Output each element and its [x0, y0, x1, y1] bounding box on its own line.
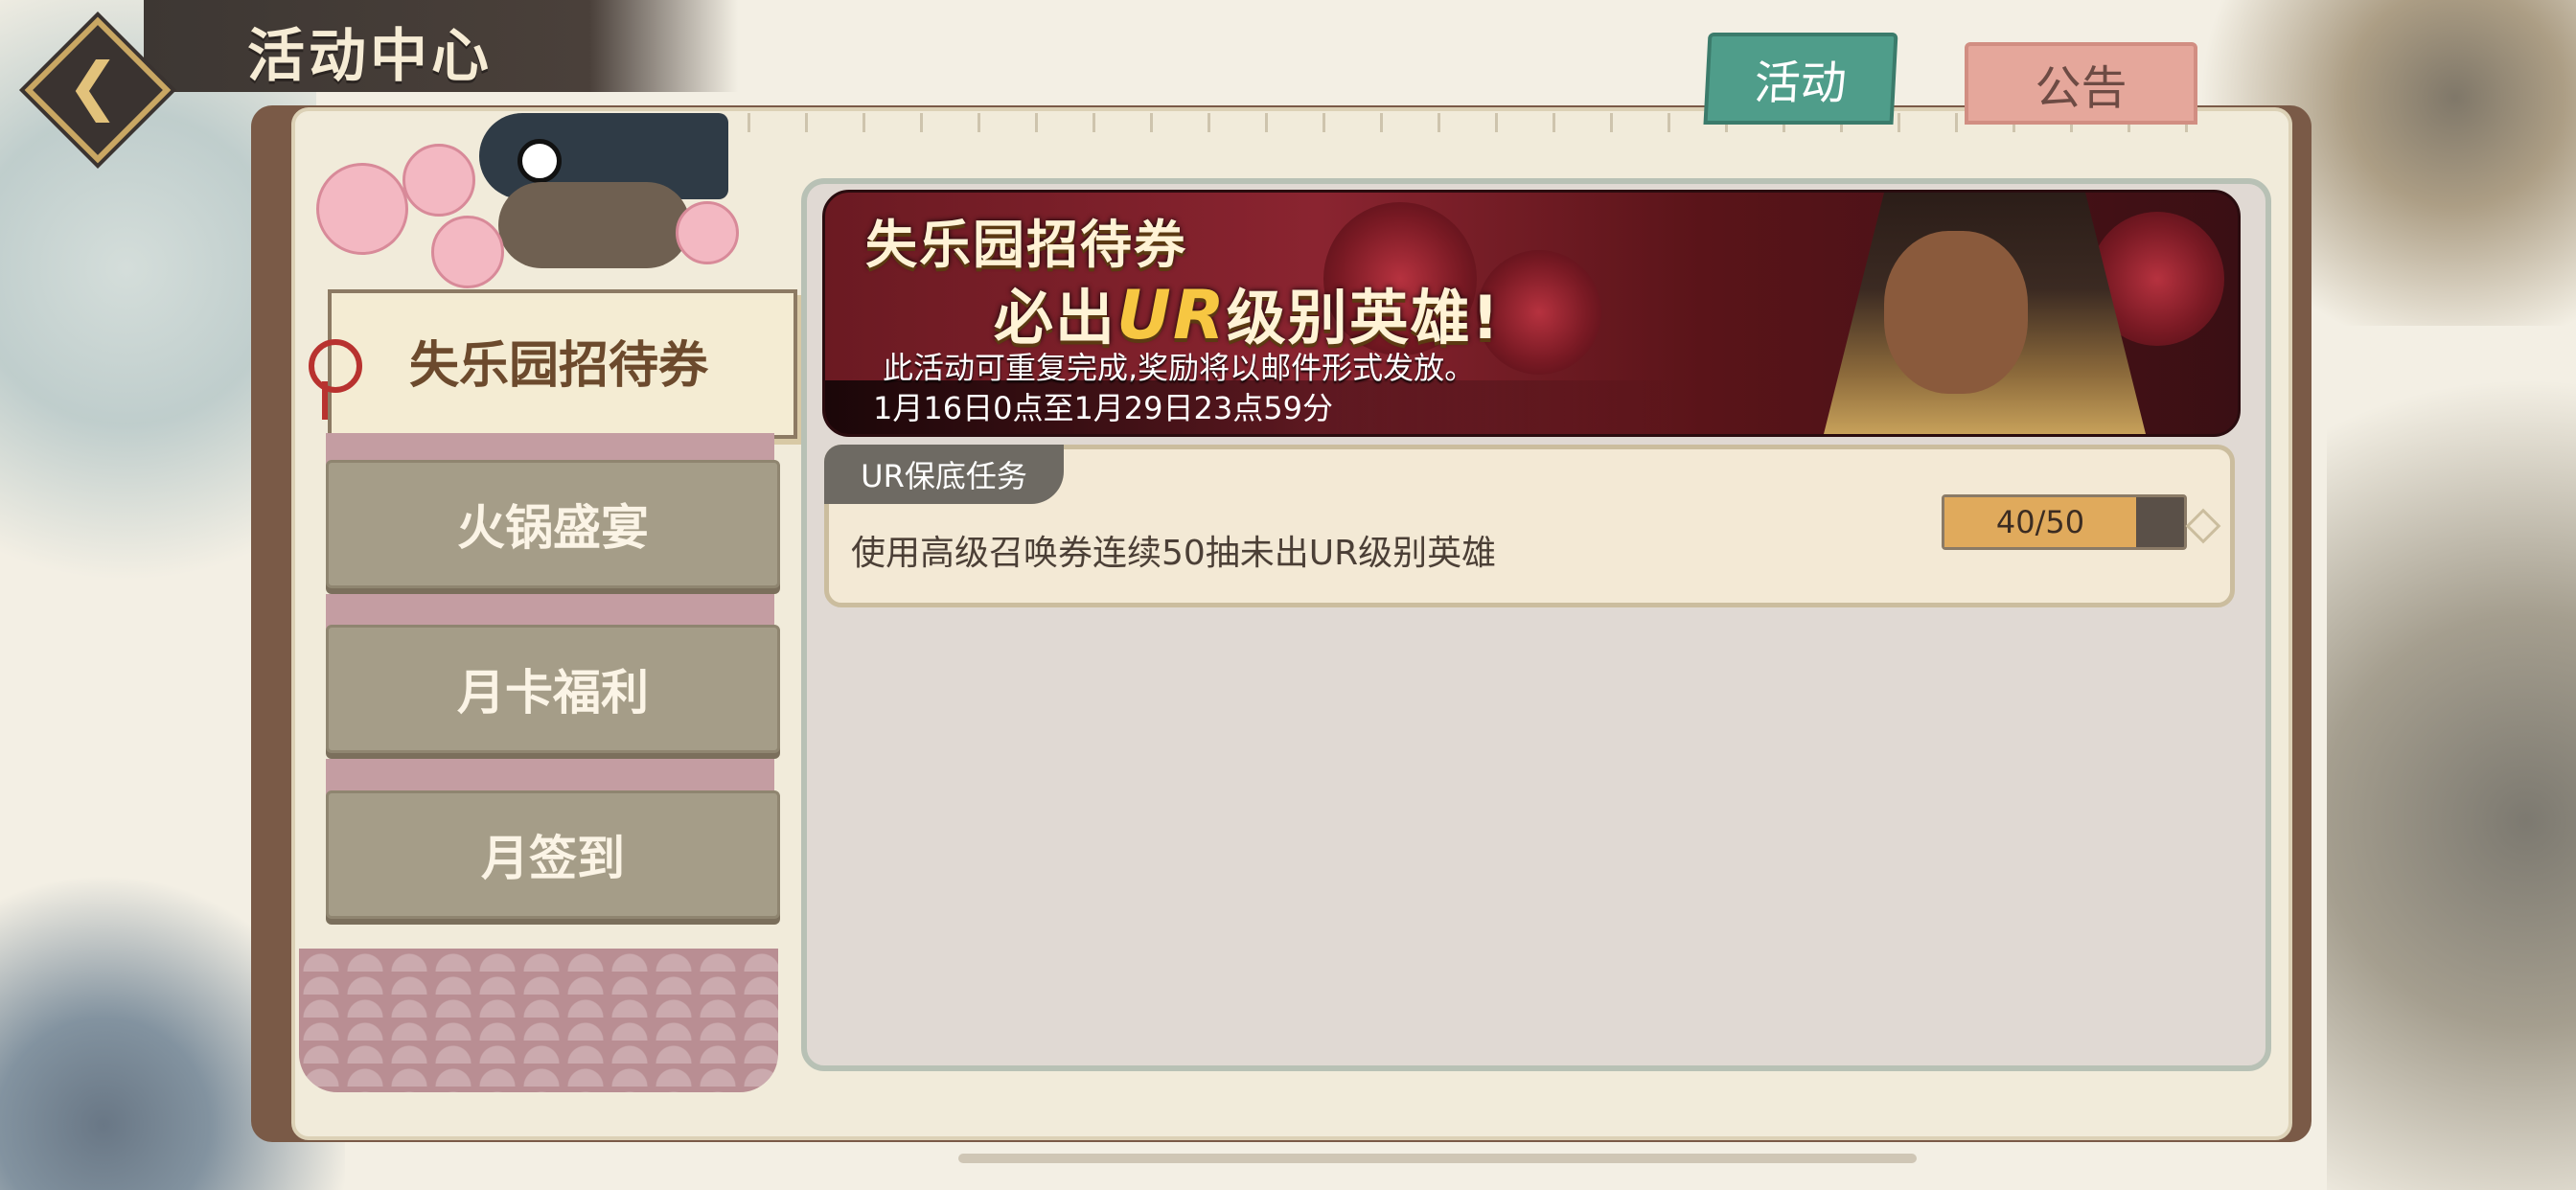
back-arrow-icon: ❮ [66, 48, 120, 123]
sidebar-item-label-lost-paradise[interactable]: 失乐园招待券 [328, 289, 790, 431]
sakura-flower-icon [316, 163, 408, 255]
red-knot-icon [309, 339, 362, 393]
sakura-flower-icon [402, 144, 475, 217]
task-description: 使用高级召唤券连续50抽未出UR级别英雄 [851, 534, 1497, 573]
banner-date-range: 1月16日0点至1月29日23点59分 [873, 390, 1333, 426]
cloud-ornament-icon [498, 182, 690, 268]
task-progress-text: 40/50 [1995, 504, 2085, 540]
banner-subtitle-prefix: 必出 [994, 283, 1117, 353]
sakura-flower-icon [431, 216, 504, 288]
banner-subtitle-highlight: UR [1116, 276, 1227, 355]
bottom-scroll-indicator [958, 1154, 1917, 1163]
banner-subtitle-suffix: 级别英雄! [1226, 283, 1502, 353]
banner-title: 失乐园招待券 [865, 215, 1187, 275]
event-banner[interactable]: 失乐园招待券 必出UR级别英雄! 此活动可重复完成,奖励将以邮件形式发放。 1月… [822, 190, 2241, 437]
background-ornament-right [2327, 268, 2576, 1190]
hero-face-illustration [1884, 231, 2028, 394]
sidebar-item-hotpot[interactable]: 火锅盛宴 [326, 460, 780, 588]
koi-eye-icon [518, 139, 562, 183]
red-knot-tail-icon [322, 381, 328, 420]
sidebar-item-label: 月签到 [481, 831, 625, 886]
task-tag: UR保底任务 [824, 445, 1064, 504]
sidebar-base-pattern [299, 949, 778, 1092]
sidebar-item-label: 月卡福利 [457, 665, 649, 721]
sidebar-item-monthly-checkin[interactable]: 月签到 [326, 790, 780, 919]
back-button[interactable]: ❮ [21, 13, 172, 164]
task-progress-bar: 40/50 [1942, 494, 2187, 550]
sidebar-item-monthly-card[interactable]: 月卡福利 [326, 625, 780, 753]
sakura-flower-icon [676, 201, 739, 264]
page-title: 活动中心 [247, 23, 493, 90]
banner-subtitle: 必出UR级别英雄! [994, 269, 1501, 355]
tab-announcement[interactable]: 公告 [1965, 42, 2197, 125]
tab-activity[interactable]: 活动 [1703, 33, 1898, 125]
sidebar-item-label: 火锅盛宴 [457, 500, 649, 556]
